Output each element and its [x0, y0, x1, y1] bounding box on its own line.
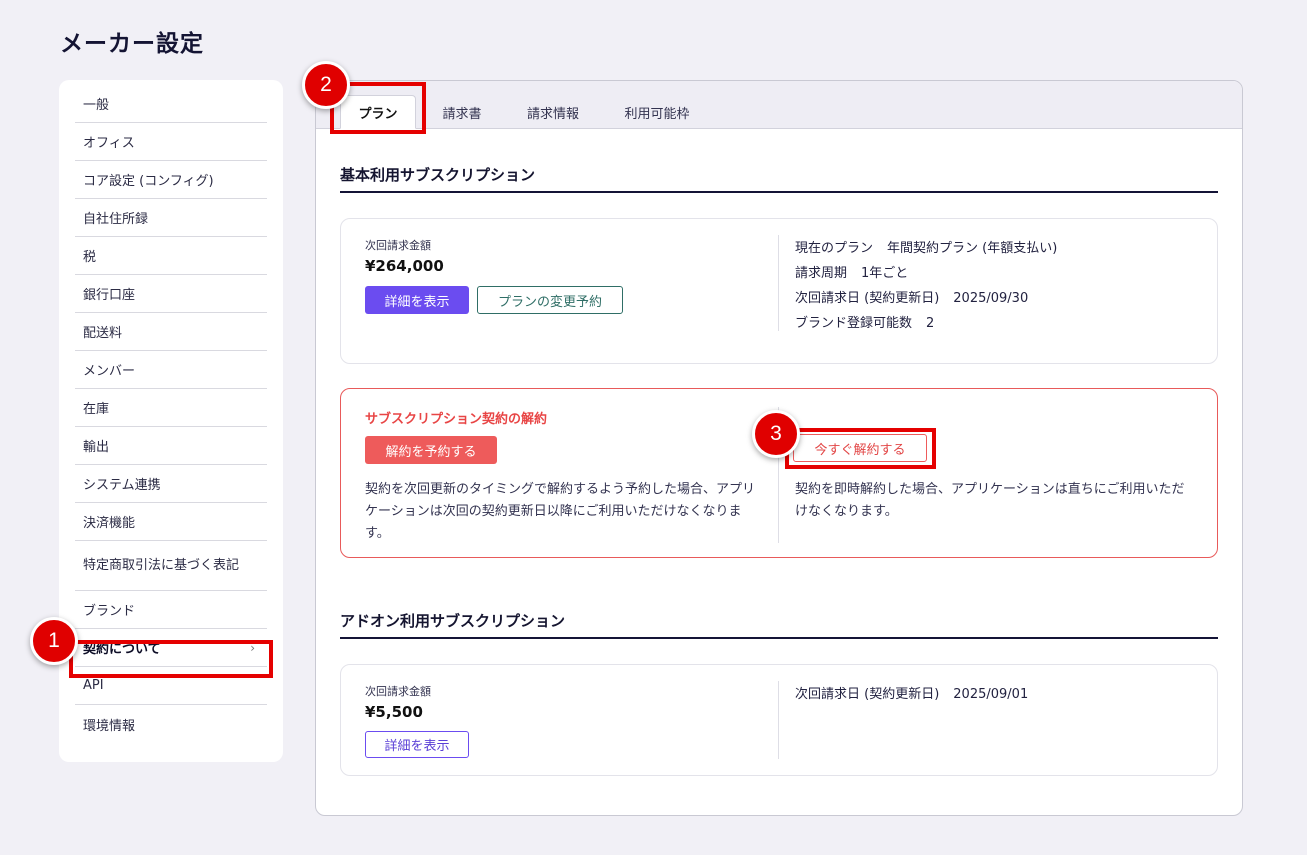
change-plan-button[interactable]: プランの変更予約	[477, 286, 623, 314]
addon-next-billing-date-row: 次回請求日 (契約更新日) 2025/09/01	[795, 683, 1028, 702]
cancel-title: サブスクリプション契約の解約	[365, 412, 548, 427]
chevron-right-icon: ›	[250, 640, 255, 655]
sidebar-item-commerce-law[interactable]: 特定商取引法に基づく表記	[75, 541, 267, 591]
sidebar-item-tax[interactable]: 税	[75, 237, 267, 275]
cancel-now-description: 契約を即時解約した場合、アプリケーションは直ちにご利用いただけなくなります。	[795, 482, 1185, 519]
sidebar-item-address-book[interactable]: 自社住所録	[75, 199, 267, 237]
tab-bar: プラン 請求書 請求情報 利用可能枠	[316, 81, 1242, 129]
next-billing-date-label: 次回請求日 (契約更新日)	[795, 291, 940, 306]
addon-section-title: アドオン利用サブスクリプション	[340, 612, 566, 630]
sidebar: 一般 オフィス コア設定 (コンフィグ) 自社住所録 税 銀行口座 配送料 メン…	[59, 80, 283, 762]
current-plan-label: 現在のプラン	[795, 241, 874, 256]
sidebar-item-contract-label: 契約について	[83, 642, 161, 657]
tab-available-quota[interactable]: 利用可能枠	[608, 95, 706, 129]
step-badge-1: 1	[30, 617, 78, 665]
cancel-now-button[interactable]: 今すぐ解約する	[793, 434, 927, 462]
addon-subscription-card: 次回請求金額 ¥5,500 詳細を表示 次回請求日 (契約更新日) 2025/09…	[340, 664, 1218, 776]
next-billing-date-row: 次回請求日 (契約更新日) 2025/09/30	[795, 287, 1028, 306]
basic-next-amount: ¥264,000	[365, 257, 444, 275]
basic-details-button[interactable]: 詳細を表示	[365, 286, 469, 314]
sidebar-item-inventory[interactable]: 在庫	[75, 389, 267, 427]
sidebar-item-system-integration[interactable]: システム連携	[75, 465, 267, 503]
sidebar-item-contract[interactable]: 契約について ›	[75, 629, 267, 667]
next-billing-date-value: 2025/09/30	[953, 291, 1029, 306]
basic-subscription-card: 次回請求金額 ¥264,000 詳細を表示 プランの変更予約 現在のプラン 年間契…	[340, 218, 1218, 364]
step-badge-3: 3	[752, 410, 800, 458]
addon-details-button[interactable]: 詳細を表示	[365, 731, 469, 758]
sidebar-item-office[interactable]: オフィス	[75, 123, 267, 161]
tab-billing-info[interactable]: 請求情報	[511, 95, 595, 129]
current-plan-row: 現在のプラン 年間契約プラン (年額支払い)	[795, 237, 1057, 256]
addon-card-divider	[778, 681, 779, 759]
addon-section-divider	[340, 637, 1218, 639]
basic-next-amount-label: 次回請求金額	[365, 239, 431, 252]
tab-plan[interactable]: プラン	[340, 95, 416, 129]
sidebar-item-brand[interactable]: ブランド	[75, 591, 267, 629]
brand-limit-label: ブランド登録可能数	[795, 316, 913, 331]
step-badge-2: 2	[302, 61, 350, 109]
brand-limit-value: 2	[926, 316, 935, 331]
sidebar-item-export[interactable]: 輸出	[75, 427, 267, 465]
addon-next-amount: ¥5,500	[365, 703, 423, 721]
basic-card-divider	[778, 235, 779, 331]
sidebar-item-bank-account[interactable]: 銀行口座	[75, 275, 267, 313]
sidebar-item-members[interactable]: メンバー	[75, 351, 267, 389]
reserve-cancel-button[interactable]: 解約を予約する	[365, 436, 497, 464]
addon-next-billing-date-value: 2025/09/01	[953, 687, 1029, 702]
sidebar-item-api[interactable]: API	[75, 667, 267, 705]
sidebar-item-general[interactable]: 一般	[75, 85, 267, 123]
sidebar-item-environment[interactable]: 環境情報	[75, 705, 267, 743]
billing-cycle-row: 請求周期 1年ごと	[795, 262, 908, 281]
basic-section-title: 基本利用サブスクリプション	[340, 166, 536, 184]
current-plan-value: 年間契約プラン (年額支払い)	[887, 241, 1058, 256]
reserve-cancel-description: 契約を次回更新のタイミングで解約するよう予約した場合、アプリケーションは次回の契…	[365, 482, 756, 541]
addon-next-amount-label: 次回請求金額	[365, 685, 431, 698]
addon-next-billing-date-label: 次回請求日 (契約更新日)	[795, 687, 940, 702]
sidebar-item-shipping[interactable]: 配送料	[75, 313, 267, 351]
billing-cycle-value: 1年ごと	[861, 266, 909, 281]
brand-limit-row: ブランド登録可能数 2	[795, 312, 934, 331]
sidebar-item-core-config[interactable]: コア設定 (コンフィグ)	[75, 161, 267, 199]
page-title: メーカー設定	[60, 31, 204, 57]
billing-cycle-label: 請求周期	[795, 266, 848, 281]
basic-section-divider	[340, 191, 1218, 193]
tab-invoices[interactable]: 請求書	[426, 95, 498, 129]
sidebar-item-payment[interactable]: 決済機能	[75, 503, 267, 541]
